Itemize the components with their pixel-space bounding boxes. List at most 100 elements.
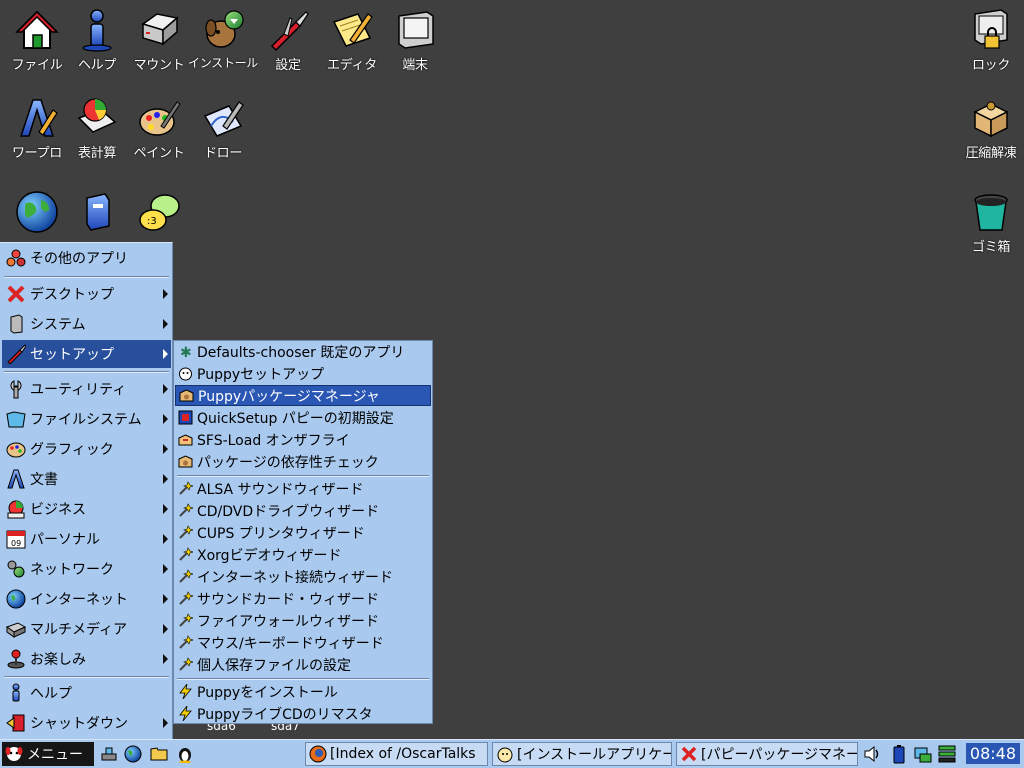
desktop-icon-label: ゴミ箱 [971,240,1011,255]
battery-icon[interactable] [890,744,908,764]
quicksetup-icon [178,410,193,425]
main-menu: その他のアプリ デスクトップ システム セットアップ ユーティリティ ファイルシ… [0,242,173,739]
submenu-item-remaster[interactable]: PuppyライブCDのリマスタ [175,703,431,724]
submenu-arrow-icon [163,504,168,514]
wand-icon [179,503,193,517]
lock-screen-icon [974,9,1008,49]
volume-icon[interactable] [864,744,882,764]
menu-item-shutdown[interactable]: シャットダウン [2,709,171,737]
menu-separator [4,676,169,678]
svg-text:✱: ✱ [180,345,192,359]
swiss-knife-icon [270,11,309,52]
globe-icon[interactable] [124,745,142,763]
menu-item-system[interactable]: システム [2,310,171,338]
palette-icon [139,101,181,136]
desktop-icon-browser[interactable] [4,190,70,234]
submenu-arrow-icon [163,384,168,394]
spreadsheet-chart-icon [77,98,117,133]
menu-item-fun[interactable]: お楽しみ [2,645,171,673]
apps-cluster-icon [6,249,26,267]
submenu-arrow-icon [163,349,168,359]
menu-item-business[interactable]: ビジネス [2,495,171,523]
start-menu-button[interactable]: メニュー [2,742,94,766]
submenu-item-install-puppy[interactable]: Puppyをインストール [175,681,431,702]
info-person-icon [82,9,112,52]
submenu-item-defaults-chooser[interactable]: ✱ Defaults-chooser 既定のアプリ [175,341,431,362]
wand-icon [179,481,193,495]
puppy-face-icon [179,367,192,381]
submenu-item-xorg-wizard[interactable]: Xorgビデオウィザード [175,544,431,565]
desktop-icon-mail[interactable] [64,190,130,234]
submenu-item-alsa-wizard[interactable]: ALSA サウンドウィザード [175,478,431,499]
calendar-day: 09 [11,539,21,548]
x-icon [681,746,697,762]
desktop-icon-label: 端末 [402,58,428,73]
notepad-pencil-icon [332,13,373,47]
menu-item-utility[interactable]: ユーティリティ [2,375,171,403]
mailbox-icon [86,193,110,231]
submenu-item-save-file-settings[interactable]: 個人保存ファイルの設定 [175,654,431,675]
submenu-item-dependency-check[interactable]: パッケージの依存性チェック [175,451,431,472]
task-button-browser[interactable]: [Index of /OscarTalks [305,742,488,766]
task-button-package-manager[interactable]: [パピーパッケージマネー [676,742,858,766]
setup-submenu: ✱ Defaults-chooser 既定のアプリ Puppyセットアップ Pu… [173,340,433,724]
submenu-item-internet-wizard[interactable]: インターネット接続ウィザード [175,566,431,587]
desktop-icon-draw[interactable]: ドロー [190,96,256,161]
folder-icon[interactable] [150,745,168,763]
desktop-icon-label: ドロー [203,146,243,161]
desktop-icon-chat[interactable]: :3 [126,190,192,234]
submenu-item-cddvd-wizard[interactable]: CD/DVDドライブウィザード [175,500,431,521]
asterisk-icon: ✱ [180,345,192,359]
submenu-item-quicksetup[interactable]: QuickSetup パピーの初期設定 [175,407,431,428]
disk-usage-icon[interactable] [938,744,956,764]
sfs-package-icon [178,434,193,446]
menu-item-documents[interactable]: 文書 [2,465,171,493]
menu-item-help[interactable]: ヘルプ [2,679,171,707]
puppy-install-icon [205,10,244,48]
monitor-icon [398,11,434,49]
submenu-item-puppy-setup[interactable]: Puppyセットアップ [175,363,431,384]
menu-item-network[interactable]: ネットワーク [2,555,171,583]
wand-icon [179,525,193,539]
submenu-item-cups-wizard[interactable]: CUPS プリンタウィザード [175,522,431,543]
menu-item-filesystem[interactable]: ファイルシステム [2,405,171,433]
submenu-item-mouse-keyboard-wizard[interactable]: マウス/キーボードウィザード [175,632,431,653]
desktop-icon-lock[interactable]: ロック [958,8,1024,73]
tray-network-icon[interactable] [100,745,118,763]
drive-icon [141,13,179,46]
trash-icon [974,194,1008,231]
task-button-installer[interactable]: [インストールアプリケー [492,742,672,766]
desktop-icon-label: 圧縮解凍 [965,146,1017,161]
submenu-item-soundcard-wizard[interactable]: サウンドカード・ウィザード [175,588,431,609]
clock[interactable]: 08:48 [965,743,1020,764]
wand-icon [179,569,193,583]
submenu-item-firewall-wizard[interactable]: ファイアウォールウィザード [175,610,431,631]
desktop-icon-trash[interactable]: ゴミ箱 [958,190,1024,255]
menu-item-graphics[interactable]: グラフィック [2,435,171,463]
firefox-icon [309,745,327,763]
menu-item-internet[interactable]: インターネット [2,585,171,613]
submenu-arrow-icon [163,444,168,454]
menu-item-other-apps[interactable]: その他のアプリ [2,244,171,272]
wand-icon [179,613,193,627]
menu-item-desktop[interactable]: デスクトップ [2,280,171,308]
start-menu-label: メニュー [27,747,83,763]
swiss-knife-icon [7,344,26,364]
submenu-arrow-icon [163,319,168,329]
submenu-arrow-icon [163,289,168,299]
menu-item-setup[interactable]: セットアップ [2,340,171,368]
submenu-arrow-icon [163,474,168,484]
svg-text::3: :3 [147,216,157,227]
tux-icon[interactable] [176,745,194,763]
submenu-item-package-manager[interactable]: Puppyパッケージマネージャ [175,385,431,406]
network-status-icon[interactable] [914,744,932,764]
submenu-item-sfs-load[interactable]: SFS-Load オンザフライ [175,429,431,450]
desktop-icon-archiver[interactable]: 圧縮解凍 [958,96,1024,161]
letter-a-pen-icon [7,469,25,489]
desktop-icon-terminal[interactable]: 端末 [382,8,448,73]
lightning-icon [179,706,192,721]
package-icon [973,101,1009,138]
globe-icon [6,589,26,609]
menu-item-multimedia[interactable]: マルチメディア [2,615,171,643]
menu-item-personal[interactable]: 09 パーソナル [2,525,171,553]
